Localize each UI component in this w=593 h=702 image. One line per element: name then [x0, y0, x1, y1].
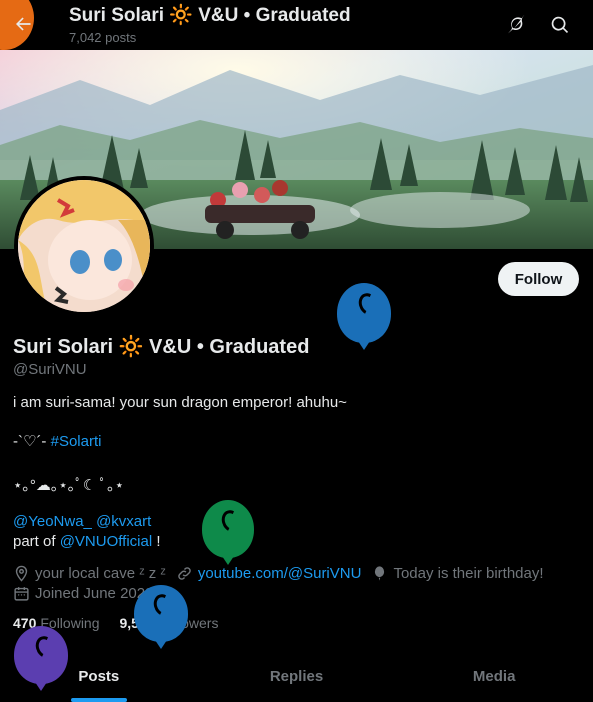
profile-handle: @SuriVNU [13, 361, 87, 378]
mention-link[interactable]: @kvxart [96, 513, 151, 530]
location-pin-icon [15, 565, 28, 582]
tab-posts-label: Posts [78, 667, 120, 685]
grok-button[interactable] [500, 8, 534, 42]
header-post-count: 7,042 posts [69, 30, 137, 45]
active-tab-indicator [70, 698, 127, 702]
location-item: your local cave ᶻ z ᶻ [13, 565, 166, 582]
profile-display-name: Suri Solari 🔆 V&U • Graduated [13, 336, 310, 358]
website-link[interactable]: youtube.com/@SuriVNU [198, 565, 362, 582]
grok-icon [508, 15, 525, 34]
avatar-illustration [18, 180, 150, 312]
calendar-icon [14, 587, 29, 601]
location-text: your local cave ᶻ z ᶻ [35, 565, 166, 582]
bio-line-4: @YeoNwa_ @kvxart [13, 513, 151, 530]
tab-media-label: Media [472, 667, 516, 685]
search-icon [551, 16, 569, 33]
bio-line-5: part of @VNUOfficial ! [13, 533, 161, 550]
purple-balloon-decoration [14, 626, 68, 691]
top-bar: Suri Solari 🔆 V&U • Graduated 7,042 post… [0, 0, 593, 50]
link-icon [178, 567, 191, 580]
balloon-icon [375, 566, 385, 581]
profile-meta-row: your local cave ᶻ z ᶻ youtube.com/@SuriV… [13, 565, 554, 582]
birthday-item: Today is their birthday! [371, 565, 544, 582]
follow-button[interactable]: Follow [498, 262, 579, 296]
arrow-left-icon [16, 17, 31, 31]
joined-item: Joined June 2023 [13, 585, 153, 602]
birthday-text: Today is their birthday! [393, 565, 544, 582]
bio-decoration-text: -`♡´- [13, 433, 51, 450]
tab-replies-label: Replies [269, 667, 324, 685]
tab-replies[interactable]: Replies [198, 650, 396, 702]
bio-line-2: -`♡´- #Solarti [13, 432, 101, 450]
back-button[interactable] [6, 7, 40, 41]
website-item[interactable]: youtube.com/@SuriVNU [176, 565, 362, 582]
part-of-suffix: ! [152, 533, 161, 550]
profile-avatar[interactable] [14, 176, 154, 316]
green-balloon-decoration [202, 500, 254, 565]
blue-balloon-decoration [337, 283, 391, 350]
joined-text: Joined June 2023 [35, 585, 154, 602]
following-link[interactable]: 470 Following [13, 615, 100, 631]
part-of-text: part of [13, 533, 60, 550]
blue-balloon-decoration [134, 585, 188, 649]
tab-media[interactable]: Media [395, 650, 593, 702]
header-name: Suri Solari 🔆 V&U • Graduated [69, 5, 351, 26]
hashtag-link[interactable]: #Solarti [51, 433, 102, 450]
header-titles: Suri Solari 🔆 V&U • Graduated 7,042 post… [69, 4, 351, 47]
bio-line-3: ⋆｡°☁︎｡⋆｡ﾟ☾ ﾟ｡⋆ [13, 477, 124, 494]
profile-tabs: Posts Replies Media [0, 650, 593, 702]
search-button[interactable] [543, 8, 577, 42]
bio-line-1: i am suri-sama! your sun dragon emperor!… [13, 394, 347, 411]
mention-link[interactable]: @YeoNwa_ [13, 513, 92, 530]
mention-link[interactable]: @VNUOfficial [60, 533, 152, 550]
